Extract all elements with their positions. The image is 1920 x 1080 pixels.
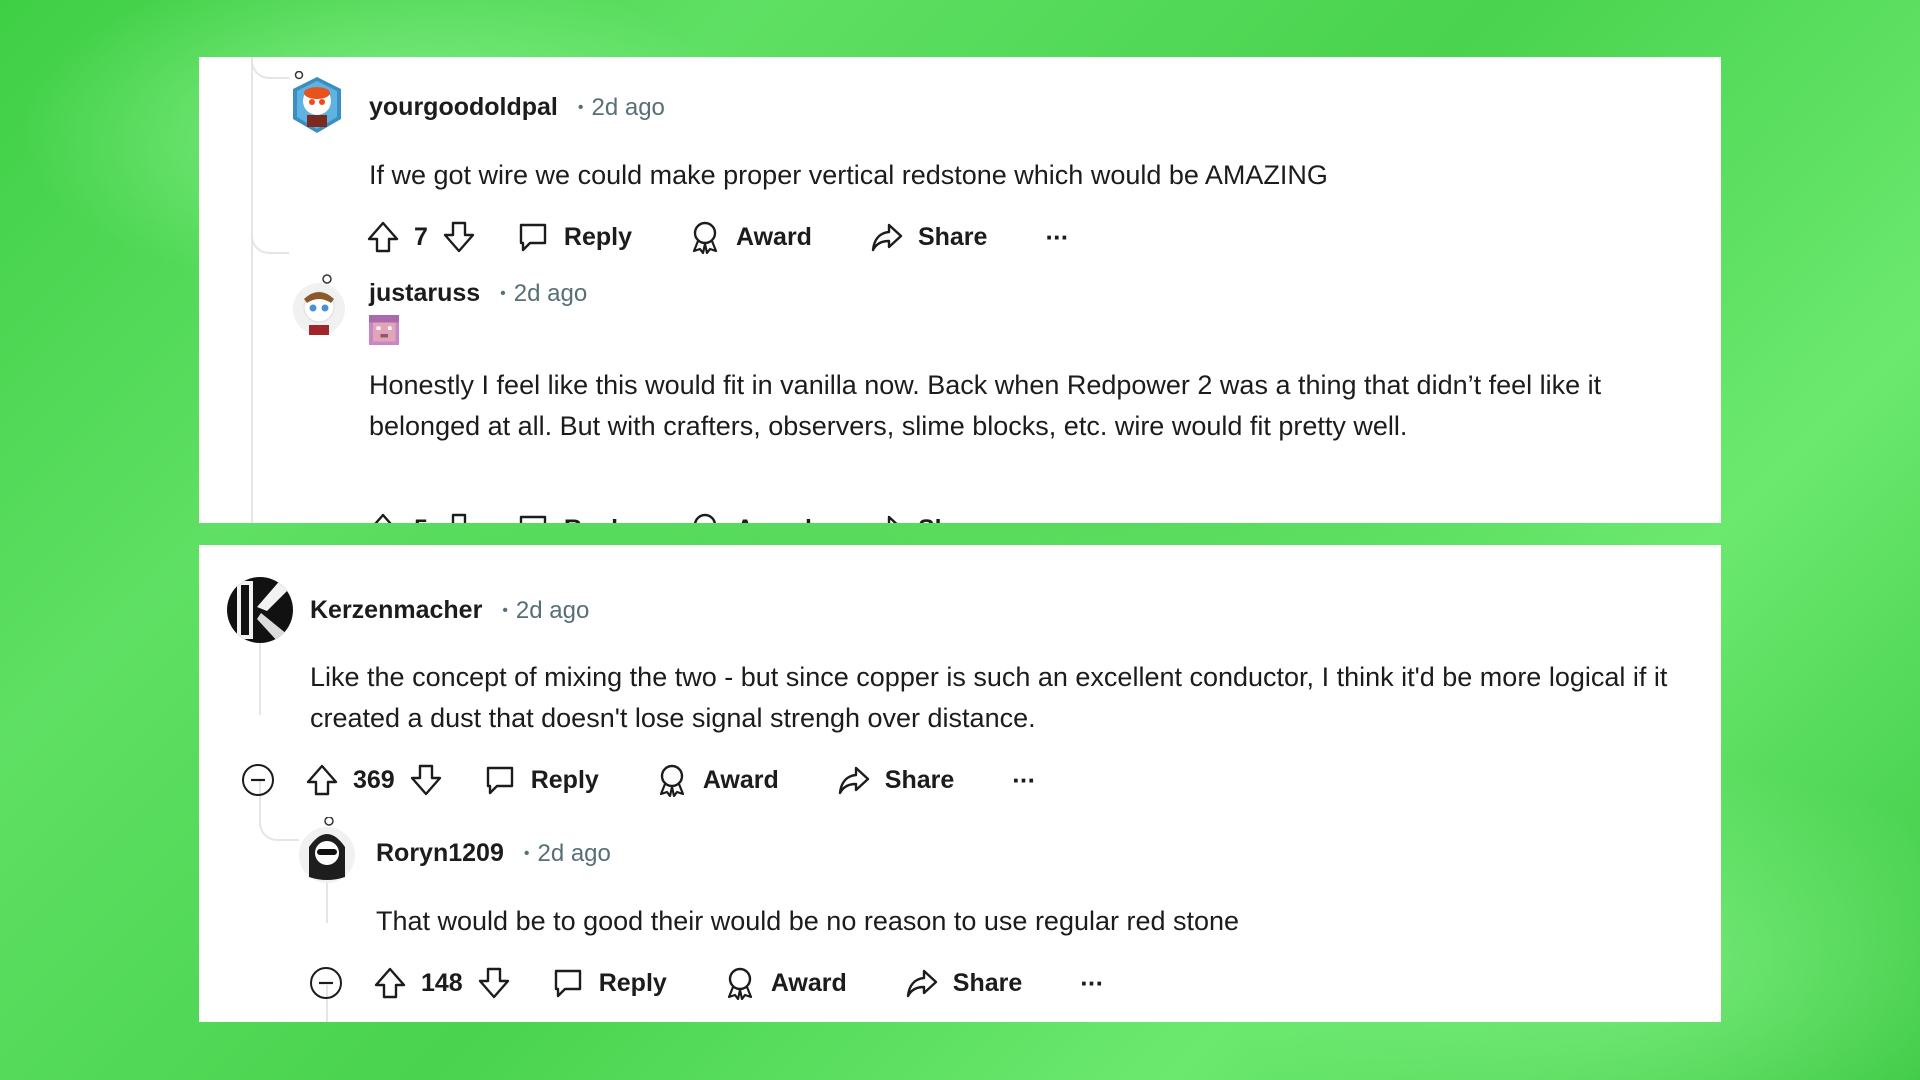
more-options-button[interactable]: ···: [1080, 968, 1104, 999]
username[interactable]: yourgoodoldpal: [369, 93, 558, 122]
share-label: Share: [952, 968, 1023, 997]
share-arrow-icon: [838, 766, 869, 795]
reply-label: Reply: [564, 515, 632, 524]
share-button[interactable]: Share: [870, 220, 987, 254]
meta-separator: •: [502, 601, 508, 619]
more-options-button[interactable]: ···: [1045, 222, 1069, 253]
award-icon: [692, 221, 718, 254]
award-button[interactable]: Award: [688, 220, 812, 254]
comment-panel-bottom: Kerzenmacher • 2d ago Like the concept o…: [199, 545, 1721, 1022]
comment-body: Honestly I feel like this would fit in v…: [369, 370, 1602, 441]
username[interactable]: justaruss: [369, 279, 480, 308]
award-label: Award: [702, 765, 779, 794]
timestamp[interactable]: 2d ago: [514, 280, 587, 308]
username[interactable]: Kerzenmacher: [310, 596, 482, 625]
vote-count: 369: [353, 765, 395, 794]
share-button[interactable]: Share: [905, 966, 1022, 1000]
comment-meta: yourgoodoldpal • 2d ago: [369, 93, 665, 122]
comment-actions: 369 Reply Award Share ···: [241, 755, 1036, 805]
share-button[interactable]: Share: [837, 763, 954, 797]
share-label: Share: [918, 515, 987, 524]
downvote-icon: [451, 513, 467, 523]
thread-branch: [259, 817, 299, 841]
comment-bubble-icon: [519, 223, 547, 252]
downvote-icon: [443, 221, 475, 253]
reply-label: Reply: [598, 968, 667, 997]
downvote-button[interactable]: [477, 966, 511, 1000]
flair-sheep-icon: [369, 315, 399, 345]
comment-meta: justaruss • 2d ago: [369, 279, 587, 308]
comment-body: Like the concept of mixing the two - but…: [310, 662, 1668, 733]
share-button[interactable]: Share: [870, 512, 987, 523]
award-label: Award: [736, 222, 812, 251]
share-arrow-icon: [887, 515, 898, 523]
award-button[interactable]: Award: [655, 763, 779, 797]
upvote-button[interactable]: [366, 220, 400, 254]
avatar-justaruss[interactable]: [287, 273, 351, 335]
share-label: Share: [884, 765, 955, 794]
share-label: Share: [917, 222, 988, 251]
thread-branch: [251, 232, 289, 254]
avatar-yourgoodoldpal[interactable]: [287, 71, 347, 135]
downvote-button[interactable]: [442, 512, 476, 523]
upvote-button[interactable]: [373, 966, 407, 1000]
comment-meta: Roryn1209 • 2d ago: [376, 839, 611, 868]
timestamp[interactable]: 2d ago: [591, 94, 664, 122]
reply-button[interactable]: Reply: [551, 966, 667, 1000]
thread-branch: [251, 57, 289, 79]
more-options-button[interactable]: ···: [1012, 765, 1036, 796]
vote-count: 5: [414, 515, 428, 524]
award-icon: [693, 513, 717, 523]
vote-count: 7: [414, 222, 428, 251]
username[interactable]: Roryn1209: [376, 839, 504, 868]
comment-panel-top: yourgoodoldpal • 2d ago If we got wire w…: [199, 57, 1721, 523]
comment-bubble-icon: [486, 766, 513, 795]
avatar-roryn1209[interactable]: [295, 817, 359, 883]
reply-button[interactable]: Reply: [516, 220, 632, 254]
downvote-icon: [478, 967, 509, 999]
comment-bubble-icon: [554, 969, 581, 998]
comment-meta: Kerzenmacher • 2d ago: [310, 596, 589, 625]
downvote-button[interactable]: [409, 763, 443, 797]
share-arrow-icon: [906, 969, 937, 998]
upvote-button[interactable]: [366, 512, 400, 523]
avatar-kerzenmacher[interactable]: [227, 577, 293, 643]
award-button[interactable]: Award: [723, 966, 847, 1000]
meta-separator: •: [500, 284, 506, 302]
collapse-button[interactable]: [309, 966, 343, 1000]
upvote-icon: [374, 513, 392, 523]
upvote-button[interactable]: [305, 763, 339, 797]
award-label: Award: [770, 968, 847, 997]
award-icon: [727, 967, 752, 1000]
reply-label: Reply: [563, 222, 632, 251]
collapse-button[interactable]: [241, 763, 275, 797]
timestamp[interactable]: 2d ago: [537, 840, 610, 868]
collapse-minus-icon: [310, 967, 342, 999]
comment-actions: 7 Reply Award Share ···: [366, 212, 1069, 262]
vote-count: 148: [421, 968, 463, 997]
comment-body: That would be to good their would be no …: [376, 906, 1240, 936]
reply-label: Reply: [530, 765, 599, 794]
collapse-minus-icon: [242, 764, 274, 796]
comment-actions-partial: 5 Reply Award Share: [366, 504, 987, 523]
upvote-icon: [367, 221, 399, 253]
upvote-icon: [306, 764, 338, 796]
downvote-button[interactable]: [442, 220, 476, 254]
comment-body: If we got wire we could make proper vert…: [369, 160, 1328, 190]
downvote-icon: [410, 764, 441, 796]
reply-button[interactable]: Reply: [483, 763, 599, 797]
timestamp[interactable]: 2d ago: [516, 597, 589, 625]
share-arrow-icon: [871, 223, 903, 252]
award-icon: [659, 764, 684, 797]
award-label: Award: [736, 515, 812, 524]
thread-line: [251, 57, 253, 523]
reply-button[interactable]: Reply: [516, 512, 632, 523]
award-button[interactable]: Award: [688, 512, 812, 523]
thread-line: [326, 883, 328, 923]
comment-bubble-icon: [519, 515, 547, 523]
meta-separator: •: [523, 844, 530, 862]
meta-separator: •: [577, 98, 584, 116]
comment-actions: 148 Reply Award Share ···: [309, 958, 1104, 1008]
upvote-icon: [374, 967, 406, 999]
